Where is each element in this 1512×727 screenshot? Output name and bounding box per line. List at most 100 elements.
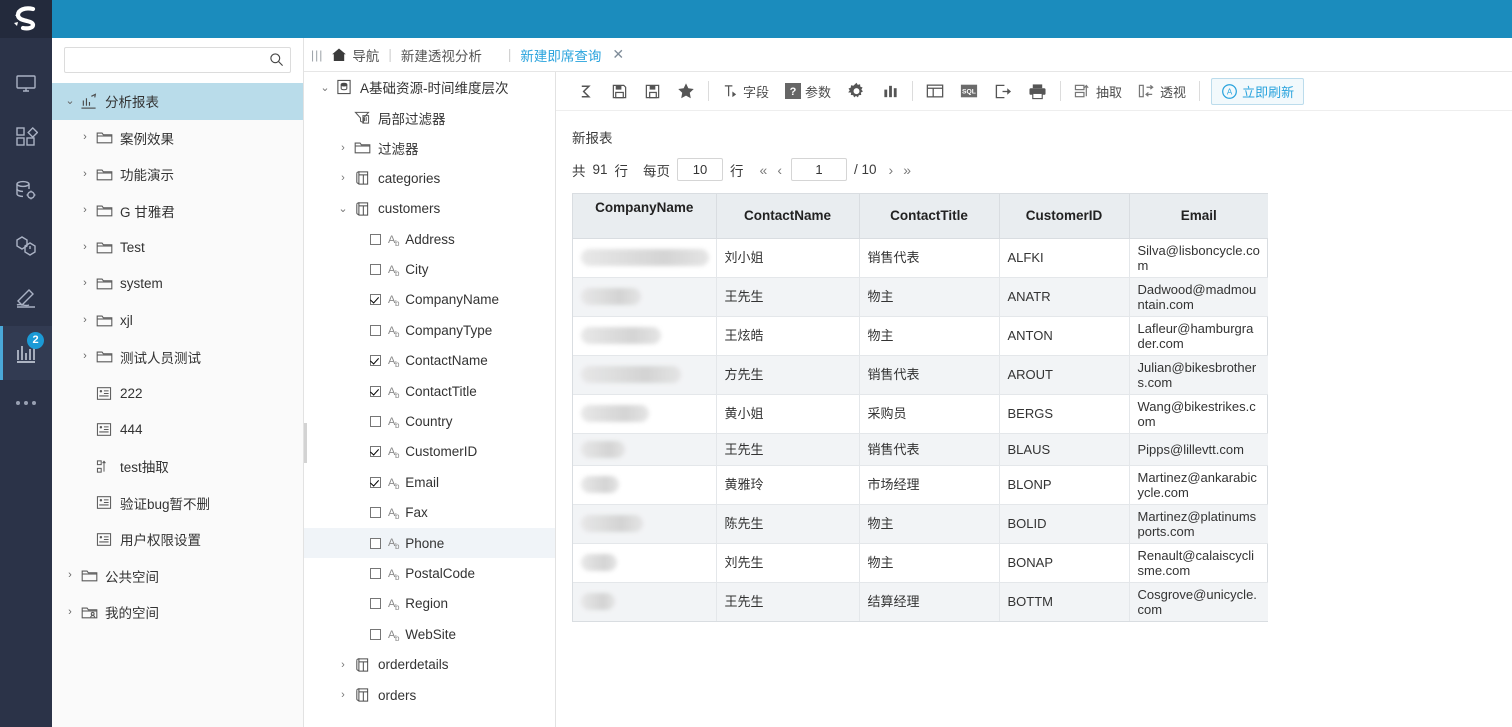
tree-item-7[interactable]: › 测试人员测试 [52, 339, 303, 376]
field-checkbox[interactable] [370, 355, 381, 367]
last-page-button[interactable]: » [898, 162, 916, 178]
search-box[interactable] [64, 47, 291, 73]
field-checkbox[interactable] [370, 567, 381, 579]
chevron-down-icon[interactable]: ⌄ [334, 202, 352, 215]
chevron-right-icon[interactable]: › [77, 132, 93, 143]
chevron-right-icon[interactable]: › [77, 351, 93, 362]
prev-page-button[interactable]: ‹ [772, 162, 787, 178]
table-row[interactable]: 方先生 销售代表 AROUT Julian@bikesbrothers.com [573, 355, 1268, 395]
field-checkbox[interactable] [370, 537, 381, 549]
column-header-contacttitle[interactable]: ContactTitle [859, 194, 1000, 239]
tree-item-8[interactable]: 222 [52, 375, 303, 412]
app-logo[interactable] [0, 0, 52, 38]
rail-item-monitor[interactable] [0, 56, 52, 110]
field-item-2[interactable]: › 过滤器 [304, 133, 555, 163]
field-item-15[interactable]: Ab Phone [304, 527, 555, 559]
chevron-right-icon[interactable]: › [62, 570, 78, 581]
extract-button[interactable]: 抽取 [1066, 76, 1130, 106]
field-checkbox[interactable] [370, 324, 381, 336]
column-header-contactname[interactable]: ContactName [716, 194, 860, 239]
pivot-button[interactable]: 透视 [1130, 76, 1194, 106]
close-icon[interactable]: ✕ [612, 46, 624, 63]
field-checkbox[interactable] [370, 628, 381, 640]
chevron-right-icon[interactable]: › [334, 172, 352, 184]
tree-item-4[interactable]: › Test [52, 229, 303, 266]
table-row[interactable]: 王先生 物主 ANATR Dadwood@madmountain.com [573, 277, 1268, 317]
field-checkbox[interactable] [370, 476, 381, 488]
table-row[interactable]: 黄雅玲 市场经理 BLONP Martinez@ankarabicycle.com [573, 465, 1268, 505]
field-item-18[interactable]: Ab WebSite [304, 619, 555, 649]
field-item-4[interactable]: ⌄ customers [304, 194, 555, 224]
field-checkbox[interactable] [370, 598, 381, 610]
rail-item-cube[interactable] [0, 218, 52, 272]
table-row[interactable]: 刘先生 物主 BONAP Renault@calaiscyclisme.com [573, 543, 1268, 583]
field-item-11[interactable]: Ab Country [304, 406, 555, 436]
chevron-right-icon[interactable]: › [334, 659, 352, 671]
save-button[interactable] [603, 76, 636, 106]
tree-item-2[interactable]: › 功能演示 [52, 156, 303, 193]
tree-item-14[interactable]: › 我的空间 [52, 594, 303, 631]
save-as-button[interactable] [636, 76, 669, 106]
table-row[interactable]: 王先生 结算经理 BOTTM Cosgrove@unicycle.com [573, 582, 1268, 621]
chevron-right-icon[interactable]: › [334, 689, 352, 701]
undo-redo-button[interactable] [570, 76, 603, 106]
field-item-19[interactable]: › orderdetails [304, 649, 555, 679]
rail-more-button[interactable] [0, 380, 52, 426]
tree-item-1[interactable]: › 案例效果 [52, 120, 303, 157]
print-button[interactable] [1020, 76, 1055, 106]
settings-button[interactable] [839, 76, 874, 106]
field-checkbox[interactable] [370, 233, 381, 245]
field-item-9[interactable]: Ab ContactName [304, 346, 555, 376]
per-page-input[interactable] [677, 158, 724, 181]
tree-item-10[interactable]: test抽取 [52, 448, 303, 485]
breadcrumb-pivot-analysis[interactable]: 新建透视分析 [401, 45, 482, 65]
next-page-button[interactable]: › [884, 162, 899, 178]
tab-adhoc-query[interactable]: 新建即席查询 [520, 45, 601, 65]
column-header-email[interactable]: Email [1129, 194, 1268, 239]
rail-item-blocks[interactable] [0, 110, 52, 164]
sql-button[interactable]: SQL [952, 76, 986, 106]
field-item-16[interactable]: Ab PostalCode [304, 558, 555, 588]
chevron-right-icon[interactable]: › [62, 606, 78, 618]
field-item-3[interactable]: › categories [304, 163, 555, 193]
field-checkbox[interactable] [370, 294, 381, 306]
table-row[interactable]: 王先生 销售代表 BLAUS Pipps@lillevtt.com [573, 433, 1268, 466]
field-item-6[interactable]: Ab City [304, 254, 555, 284]
chevron-right-icon[interactable]: › [77, 205, 93, 216]
field-item-14[interactable]: Ab Fax [304, 497, 555, 527]
export-button[interactable] [986, 76, 1020, 106]
rail-item-analysis[interactable]: 2 [0, 326, 52, 380]
tree-item-3[interactable]: › G 甘雅君 [52, 193, 303, 230]
field-item-8[interactable]: Ab CompanyType [304, 315, 555, 345]
table-row[interactable]: 黄小姐 采购员 BERGS Wang@bikestrikes.com [573, 394, 1268, 434]
field-item-7[interactable]: Ab CompanyName [304, 285, 555, 315]
search-icon[interactable] [269, 52, 284, 72]
chevron-down-icon[interactable]: ⌄ [316, 81, 334, 94]
table-row[interactable]: 陈先生 物主 BOLID Martinez@platinumsports.com [573, 504, 1268, 544]
field-item-10[interactable]: Ab ContactTitle [304, 376, 555, 406]
table-row[interactable]: 刘小姐 销售代表 ALFKI Silva@lisboncycle.com [573, 238, 1268, 278]
chevron-right-icon[interactable]: › [77, 278, 93, 289]
column-header-companyname[interactable]: CompanyName [573, 194, 717, 239]
search-input[interactable] [65, 48, 290, 72]
parameter-button[interactable]: ? 参数 [777, 76, 839, 106]
chevron-down-icon[interactable]: ⌄ [62, 95, 78, 107]
field-item-0[interactable]: ⌄ A基础资源-时间维度层次 [304, 72, 555, 102]
chart-button[interactable] [874, 76, 907, 106]
rail-item-tools[interactable] [0, 272, 52, 326]
tree-item-11[interactable]: 验证bug暂不删 [52, 485, 303, 522]
field-button[interactable]: 字段 [714, 76, 777, 106]
field-item-17[interactable]: Ab Region [304, 589, 555, 619]
field-item-1[interactable]: 局部过滤器 [304, 102, 555, 132]
field-item-20[interactable]: › orders [304, 680, 555, 710]
chevron-right-icon[interactable]: › [77, 314, 93, 326]
field-checkbox[interactable] [370, 385, 381, 397]
refresh-now-button[interactable]: A 立即刷新 [1211, 77, 1305, 105]
chevron-right-icon[interactable]: › [77, 168, 93, 180]
tree-item-0[interactable]: ⌄ 分析报表 [52, 83, 303, 120]
field-item-5[interactable]: Ab Address [304, 224, 555, 254]
tree-item-5[interactable]: › system [52, 266, 303, 303]
tree-item-9[interactable]: 444 [52, 412, 303, 449]
field-item-13[interactable]: Ab Email [304, 467, 555, 497]
rail-item-data-source[interactable] [0, 164, 52, 218]
